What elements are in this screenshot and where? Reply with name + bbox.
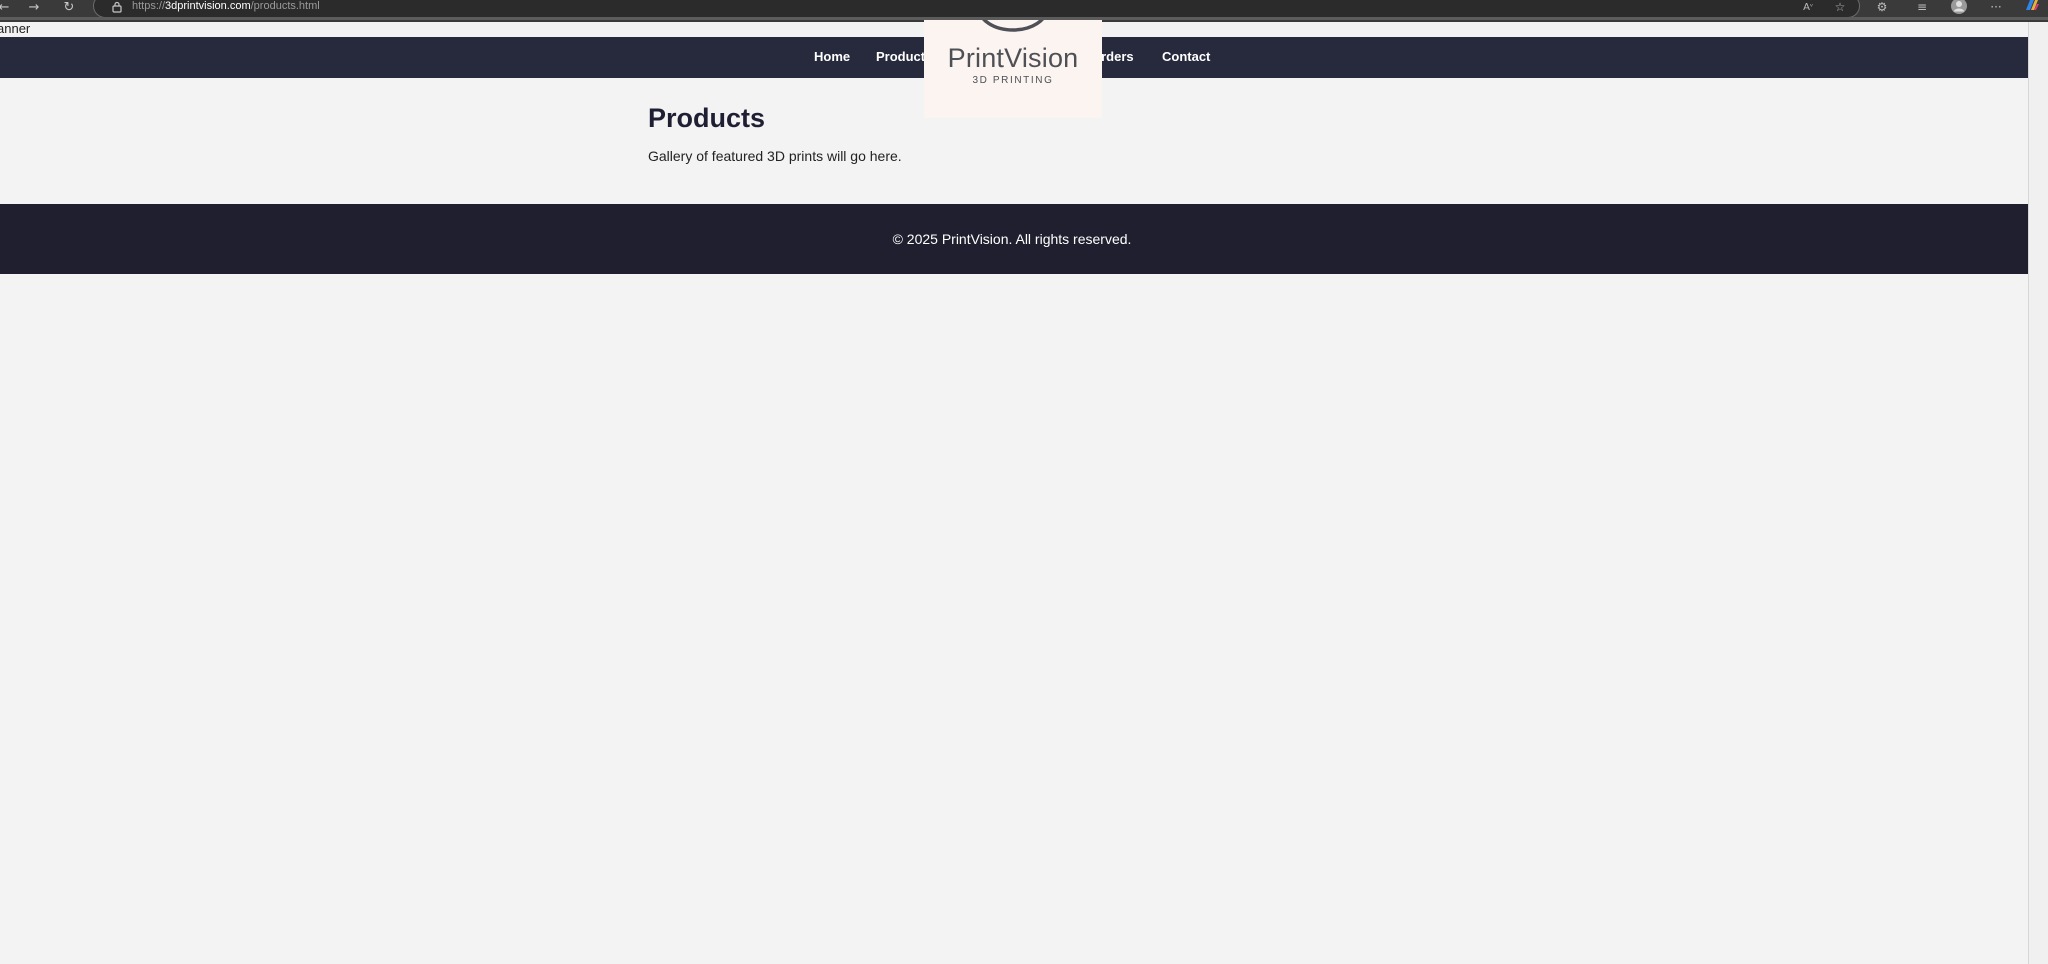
copilot-icon[interactable] xyxy=(2021,0,2043,14)
url-text[interactable]: https://3dprintvision.com/products.html xyxy=(132,0,320,12)
back-arrow-icon[interactable]: ← xyxy=(0,0,14,15)
nav-home[interactable]: Home xyxy=(814,49,850,65)
profile-icon[interactable] xyxy=(1948,0,1970,14)
footer-copyright: © 2025 PrintVision. All rights reserved. xyxy=(892,231,1132,247)
star-icon[interactable]: ☆ xyxy=(1829,0,1851,14)
logo[interactable]: PrintVision 3D PRINTING xyxy=(924,20,1102,118)
reload-icon[interactable]: ↻ xyxy=(59,0,79,15)
logo-name: PrintVision xyxy=(947,43,1079,73)
extensions-icon[interactable]: ⚙ xyxy=(1871,0,1893,14)
site-footer: © 2025 PrintVision. All rights reserved. xyxy=(0,204,2048,274)
page-title: Products xyxy=(648,103,766,133)
forward-arrow-icon[interactable]: → xyxy=(24,0,44,15)
lock-icon xyxy=(112,1,122,13)
url-path: /products.html xyxy=(250,0,320,12)
vertical-scrollbar[interactable] xyxy=(2028,22,2048,964)
url-host: 3dprintvision.com xyxy=(165,0,251,12)
more-menu-icon[interactable]: ··· xyxy=(1985,0,2007,14)
logo-ring-icon xyxy=(982,20,1044,32)
address-bar[interactable]: https://3dprintvision.com/products.html xyxy=(93,0,1860,18)
favorites-icon[interactable]: ≡ xyxy=(1911,0,1933,14)
url-scheme: https:// xyxy=(132,0,166,12)
nav-contact[interactable]: Contact xyxy=(1162,49,1210,65)
banner-label: anner xyxy=(0,21,31,36)
read-aloud-icon[interactable]: Aⱽ xyxy=(1797,0,1819,14)
page-description: Gallery of featured 3D prints will go he… xyxy=(648,148,902,164)
logo-tagline: 3D PRINTING xyxy=(972,75,1054,86)
